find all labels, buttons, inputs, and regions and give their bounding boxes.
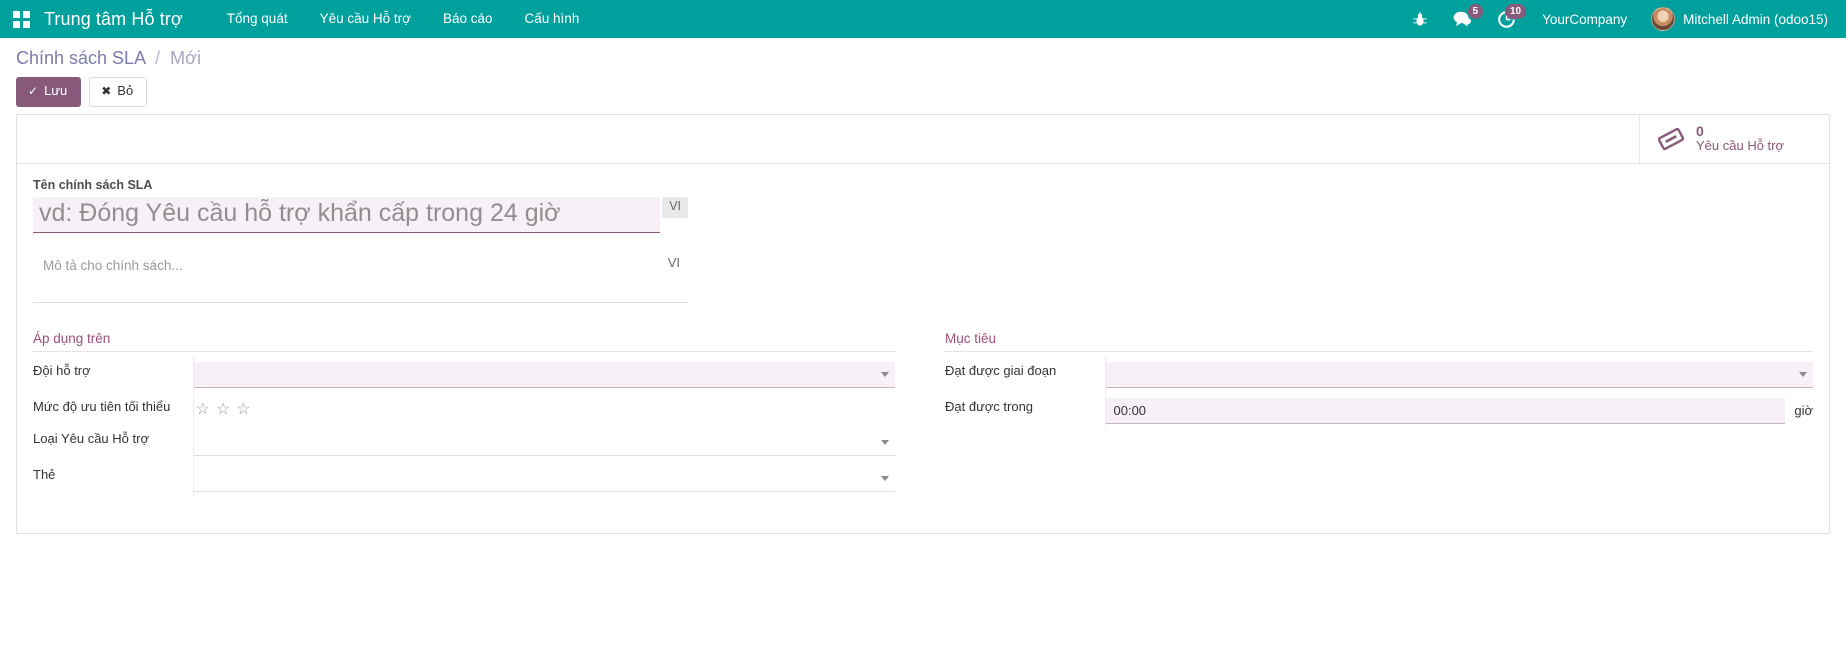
avatar (1651, 7, 1675, 31)
messages-button[interactable]: 5 (1440, 0, 1485, 38)
sla-name-field-row: VI (33, 197, 688, 233)
save-button-label: Lưu (44, 83, 67, 98)
breadcrumb: Chính sách SLA / Mới (16, 48, 1830, 69)
apps-menu-button[interactable] (0, 0, 42, 38)
field-row-reach-in: Đạt được trong giờ (945, 393, 1813, 429)
control-panel: Chính sách SLA / Mới ✓ Lưu ✖ Bỏ (0, 38, 1846, 114)
form-action-buttons: ✓ Lưu ✖ Bỏ (16, 77, 1830, 107)
field-priority-stars[interactable]: ☆ ☆ ☆ (194, 398, 896, 420)
top-navbar: Trung tâm Hỗ trợ Tổng quát Yêu cầu Hỗ tr… (0, 0, 1846, 38)
breadcrumb-separator: / (155, 48, 160, 68)
apps-grid-icon (13, 11, 30, 28)
menu-item-tickets[interactable]: Yêu cầu Hỗ trợ (304, 0, 427, 38)
stat-value: 0 (1696, 123, 1784, 139)
field-tags-widget[interactable] (194, 466, 896, 492)
chevron-down-icon (1799, 372, 1807, 377)
chevron-down-icon (881, 440, 889, 445)
discard-button-label: Bỏ (117, 83, 133, 98)
discard-button[interactable]: ✖ Bỏ (89, 77, 147, 107)
field-reach-stage-input[interactable] (1112, 366, 1794, 383)
field-label-team: Đội hỗ trợ (33, 357, 193, 393)
activities-button[interactable]: 10 (1485, 0, 1528, 38)
star-icon-3[interactable]: ☆ (236, 402, 250, 418)
stat-button-box: 0 Yêu cầu Hỗ trợ (17, 115, 1829, 164)
sla-name-input[interactable] (33, 197, 660, 233)
field-row-reach-stage: Đạt được giai đoạn (945, 357, 1813, 393)
company-switcher[interactable]: YourCompany (1528, 12, 1643, 27)
field-team-widget[interactable] (194, 362, 896, 388)
sla-description-language-badge[interactable]: VI (660, 255, 688, 270)
menu-item-overview[interactable]: Tổng quát (211, 0, 304, 38)
sla-description-field-row: VI (33, 255, 688, 303)
app-brand-title[interactable]: Trung tâm Hỗ trợ (42, 9, 189, 30)
star-icon-2[interactable]: ☆ (216, 402, 230, 418)
stat-button-text: 0 Yêu cầu Hỗ trợ (1696, 123, 1784, 154)
form-sheet: 0 Yêu cầu Hỗ trợ Tên chính sách SLA VI V… (16, 114, 1830, 534)
field-reach-in-input[interactable] (1106, 398, 1786, 424)
star-icon-1[interactable]: ☆ (196, 402, 210, 418)
user-menu[interactable]: Mitchell Admin (odoo15) (1643, 7, 1838, 31)
sheet-content: Tên chính sách SLA VI VI Áp dụng trên Độ… (17, 164, 1829, 515)
sla-name-language-badge[interactable]: VI (662, 197, 688, 218)
ticket-icon (1658, 128, 1684, 150)
menu-item-configuration[interactable]: Cấu hình (509, 0, 596, 38)
stat-button-tickets[interactable]: 0 Yêu cầu Hỗ trợ (1639, 115, 1829, 163)
field-ticket-type-widget[interactable] (194, 430, 896, 456)
field-ticket-type-input[interactable] (200, 434, 876, 451)
form-view: 0 Yêu cầu Hỗ trợ Tên chính sách SLA VI V… (0, 114, 1846, 534)
user-name-label: Mitchell Admin (odoo15) (1683, 12, 1828, 27)
field-label-reach-stage: Đạt được giai đoạn (945, 357, 1105, 393)
field-row-tags: Thẻ (33, 461, 895, 497)
bug-icon (1413, 12, 1427, 27)
sla-name-label: Tên chính sách SLA (33, 178, 1813, 192)
chevron-down-icon (881, 372, 889, 377)
messages-count-badge: 5 (1468, 4, 1484, 19)
field-row-team: Đội hỗ trợ (33, 357, 895, 393)
group-target-title: Mục tiêu (945, 331, 1813, 352)
check-icon: ✓ (28, 84, 38, 98)
field-label-tags: Thẻ (33, 461, 193, 497)
times-icon: ✖ (101, 84, 111, 98)
save-button[interactable]: ✓ Lưu (16, 77, 81, 107)
field-label-ticket-type: Loại Yêu cầu Hỗ trợ (33, 425, 193, 461)
breadcrumb-root[interactable]: Chính sách SLA (16, 48, 145, 68)
field-reach-in-unit: giờ (1794, 403, 1813, 418)
field-label-reach-in: Đạt được trong (945, 393, 1105, 429)
field-team-input[interactable] (200, 366, 876, 383)
activities-count-badge: 10 (1505, 4, 1526, 19)
field-label-priority: Mức độ ưu tiên tối thiểu (33, 393, 193, 425)
chevron-down-icon (881, 476, 889, 481)
breadcrumb-current: Mới (170, 48, 201, 68)
debug-bug-button[interactable] (1400, 0, 1440, 38)
navbar-right-section: 5 10 YourCompany Mitchell Admin (odoo15) (1400, 0, 1846, 38)
stat-label: Yêu cầu Hỗ trợ (1696, 139, 1784, 154)
field-reach-in-widget: giờ (1106, 398, 1814, 424)
sla-description-input[interactable] (33, 255, 660, 276)
field-reach-stage-widget[interactable] (1106, 362, 1814, 388)
field-row-priority: Mức độ ưu tiên tối thiểu ☆ ☆ ☆ (33, 393, 895, 425)
group-apply-on-title: Áp dụng trên (33, 331, 895, 352)
main-menu: Tổng quát Yêu cầu Hỗ trợ Báo cáo Cấu hìn… (211, 0, 596, 38)
group-target: Mục tiêu Đạt được giai đoạn (923, 331, 1813, 497)
form-groups: Áp dụng trên Đội hỗ trợ (33, 331, 1813, 497)
field-row-ticket-type: Loại Yêu cầu Hỗ trợ (33, 425, 895, 461)
field-tags-input[interactable] (200, 470, 876, 487)
group-apply-on: Áp dụng trên Đội hỗ trợ (33, 331, 923, 497)
menu-item-reporting[interactable]: Báo cáo (427, 0, 509, 38)
